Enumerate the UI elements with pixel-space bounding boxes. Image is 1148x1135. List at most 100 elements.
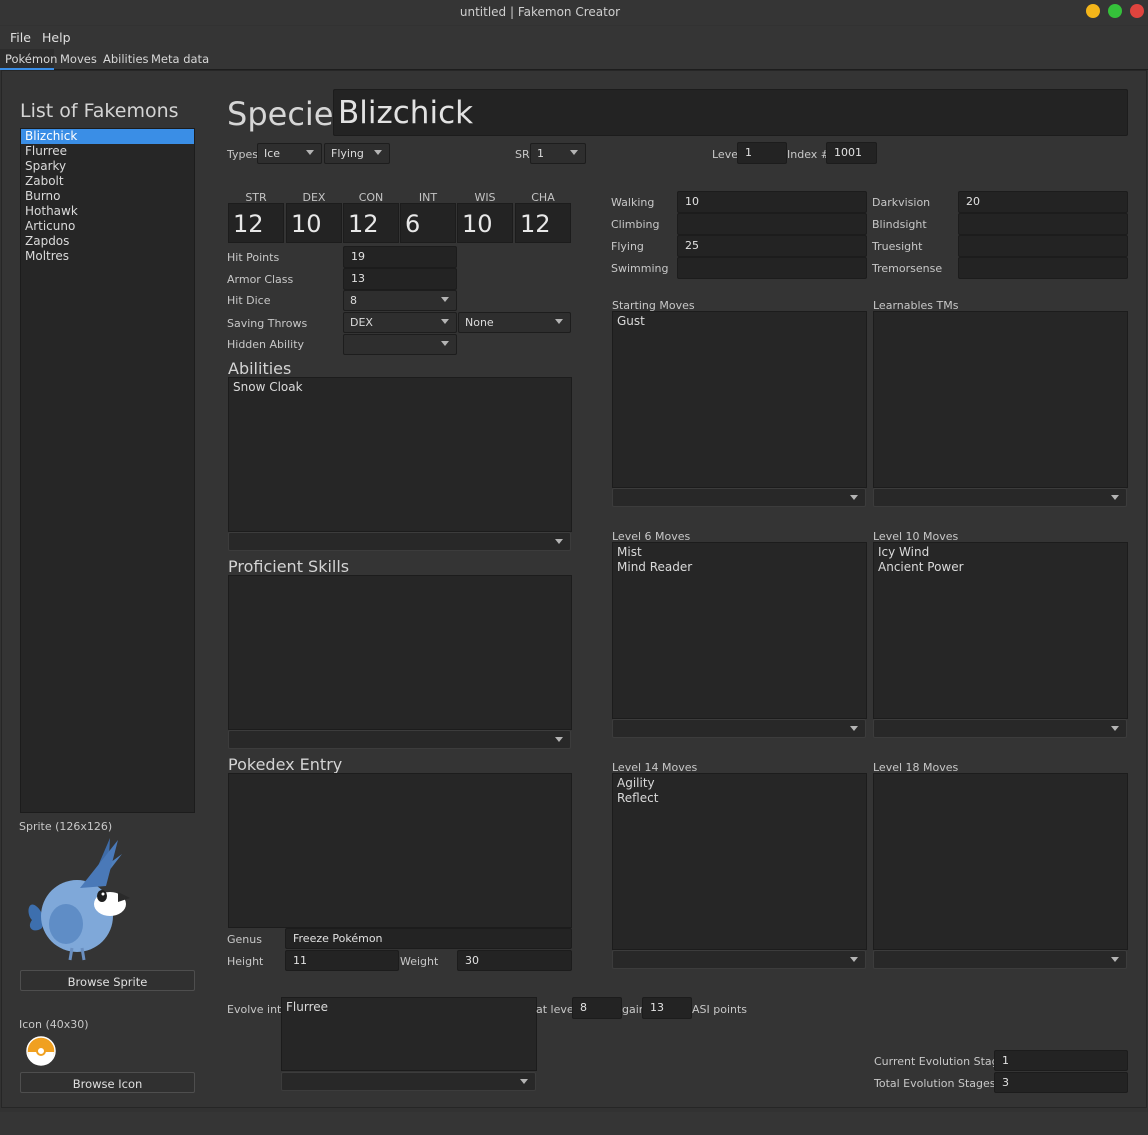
climbing-input[interactable] [677, 213, 867, 235]
saving-throw2-select[interactable]: None [458, 312, 571, 333]
fakemon-list-item[interactable]: Zabolt [21, 174, 194, 189]
abilities-list[interactable]: Snow Cloak [228, 377, 572, 532]
fakemon-list[interactable]: Blizchick Flurree Sparky Zabolt Burno Hothawk… [20, 128, 195, 813]
move-list-item[interactable]: Mind Reader [613, 560, 866, 575]
skills-list[interactable] [228, 575, 572, 730]
moves-lvl14-add-select[interactable] [612, 950, 866, 969]
moves-lvl18-list[interactable] [873, 773, 1128, 950]
abilities-add-select[interactable] [228, 532, 571, 551]
moves-lvl14-list[interactable]: Agility Reflect [612, 773, 867, 950]
move-list-item[interactable]: Mist [613, 545, 866, 560]
genus-input[interactable]: Freeze Pokémon [285, 928, 572, 949]
skills-add-select[interactable] [228, 730, 571, 749]
moves-lvl10-add-select[interactable] [873, 719, 1127, 738]
moves-tms-add-select[interactable] [873, 488, 1127, 507]
moves-lvl18-add-select[interactable] [873, 950, 1127, 969]
moves-tms-list[interactable] [873, 311, 1128, 488]
stat-input-wis[interactable]: 10 [457, 203, 513, 243]
browse-sprite-button[interactable]: Browse Sprite [20, 970, 195, 991]
fakemon-list-item[interactable]: Hothawk [21, 204, 194, 219]
chevron-down-icon [520, 1079, 528, 1084]
tab-abilities[interactable]: Abilities [103, 52, 149, 66]
flying-input[interactable]: 25 [677, 235, 867, 257]
move-list-item[interactable]: Icy Wind [874, 545, 1127, 560]
darkvision-input[interactable]: 20 [958, 191, 1128, 213]
minimize-button[interactable] [1086, 4, 1100, 18]
stat-input-int[interactable]: 6 [400, 203, 456, 243]
chevron-down-icon [850, 957, 858, 962]
total-evolution-label: Total Evolution Stages [874, 1077, 996, 1090]
move-list-item[interactable]: Gust [613, 314, 866, 329]
weight-input[interactable]: 30 [457, 950, 572, 971]
types-label: Types [227, 148, 258, 161]
ac-input[interactable]: 13 [343, 268, 457, 290]
fakemon-list-item[interactable]: Zapdos [21, 234, 194, 249]
fakemon-list-item[interactable]: Articuno [21, 219, 194, 234]
menu-help[interactable]: Help [42, 30, 71, 45]
hidden-ability-select[interactable] [343, 334, 457, 355]
fakemon-list-title: List of Fakemons [20, 100, 179, 122]
chevron-down-icon [1111, 726, 1119, 731]
pokedex-entry-textarea[interactable] [228, 773, 572, 928]
swimming-input[interactable] [677, 257, 867, 279]
hit-dice-label: Hit Dice [227, 294, 271, 307]
stat-input-dex[interactable]: 10 [286, 203, 342, 243]
tab-meta-data[interactable]: Meta data [151, 52, 209, 66]
evolve-add-select[interactable] [281, 1072, 536, 1091]
abilities-title: Abilities [228, 359, 292, 378]
moves-starting-list[interactable]: Gust [612, 311, 867, 488]
close-button[interactable] [1130, 4, 1144, 18]
move-list-item[interactable]: Ancient Power [874, 560, 1127, 575]
moves-lvl6-list[interactable]: Mist Mind Reader [612, 542, 867, 719]
asi-gain-input[interactable]: 13 [642, 997, 692, 1019]
type2-select[interactable]: Flying [324, 143, 390, 164]
hp-input[interactable]: 19 [343, 246, 457, 268]
maximize-button[interactable] [1108, 4, 1122, 18]
menu-file[interactable]: File [10, 30, 31, 45]
chevron-down-icon [570, 150, 578, 155]
chevron-down-icon [555, 539, 563, 544]
moves-starting-add-select[interactable] [612, 488, 866, 507]
sr-value: 1 [537, 147, 544, 160]
index-input[interactable]: 1001 [826, 142, 877, 164]
browse-icon-button[interactable]: Browse Icon [20, 1072, 195, 1093]
hit-dice-select[interactable]: 8 [343, 290, 457, 311]
list-item[interactable]: Snow Cloak [229, 380, 571, 395]
chevron-down-icon [1111, 957, 1119, 962]
fakemon-list-item[interactable]: Blizchick [21, 129, 194, 144]
blindsight-input[interactable] [958, 213, 1128, 235]
saving-throw1-select[interactable]: DEX [343, 312, 457, 333]
fakemon-list-item[interactable]: Sparky [21, 159, 194, 174]
chevron-down-icon [374, 150, 382, 155]
stat-input-cha[interactable]: 12 [515, 203, 571, 243]
move-list-item[interactable]: Reflect [613, 791, 866, 806]
fakemon-list-item[interactable]: Moltres [21, 249, 194, 264]
evolve-into-list[interactable]: Flurree [281, 997, 537, 1071]
chevron-down-icon [555, 737, 563, 742]
move-list-item[interactable]: Agility [613, 776, 866, 791]
moves-lvl10-list[interactable]: Icy Wind Ancient Power [873, 542, 1128, 719]
fakemon-list-item[interactable]: Burno [21, 189, 194, 204]
fakemon-list-item[interactable]: Flurree [21, 144, 194, 159]
flying-label: Flying [611, 240, 644, 253]
walking-input[interactable]: 10 [677, 191, 867, 213]
species-input[interactable]: Blizchick [333, 89, 1128, 136]
saving-throw1-value: DEX [350, 316, 373, 329]
stat-input-con[interactable]: 12 [343, 203, 399, 243]
window-title: untitled | Fakemon Creator [459, 5, 621, 19]
evolve-level-input[interactable]: 8 [572, 997, 622, 1019]
list-item[interactable]: Flurree [282, 1000, 536, 1015]
hit-dice-value: 8 [350, 294, 357, 307]
current-evolution-input[interactable]: 1 [994, 1050, 1128, 1071]
stat-input-str[interactable]: 12 [228, 203, 284, 243]
type1-select[interactable]: Ice [257, 143, 322, 164]
tab-moves[interactable]: Moves [60, 52, 97, 66]
level-input[interactable]: 1 [737, 142, 787, 164]
sr-select[interactable]: 1 [530, 143, 586, 164]
tab-pokemon[interactable]: Pokémon [5, 52, 57, 66]
moves-lvl6-add-select[interactable] [612, 719, 866, 738]
tremorsense-input[interactable] [958, 257, 1128, 279]
truesight-input[interactable] [958, 235, 1128, 257]
height-input[interactable]: 11 [285, 950, 399, 971]
total-evolution-input[interactable]: 3 [994, 1072, 1128, 1093]
